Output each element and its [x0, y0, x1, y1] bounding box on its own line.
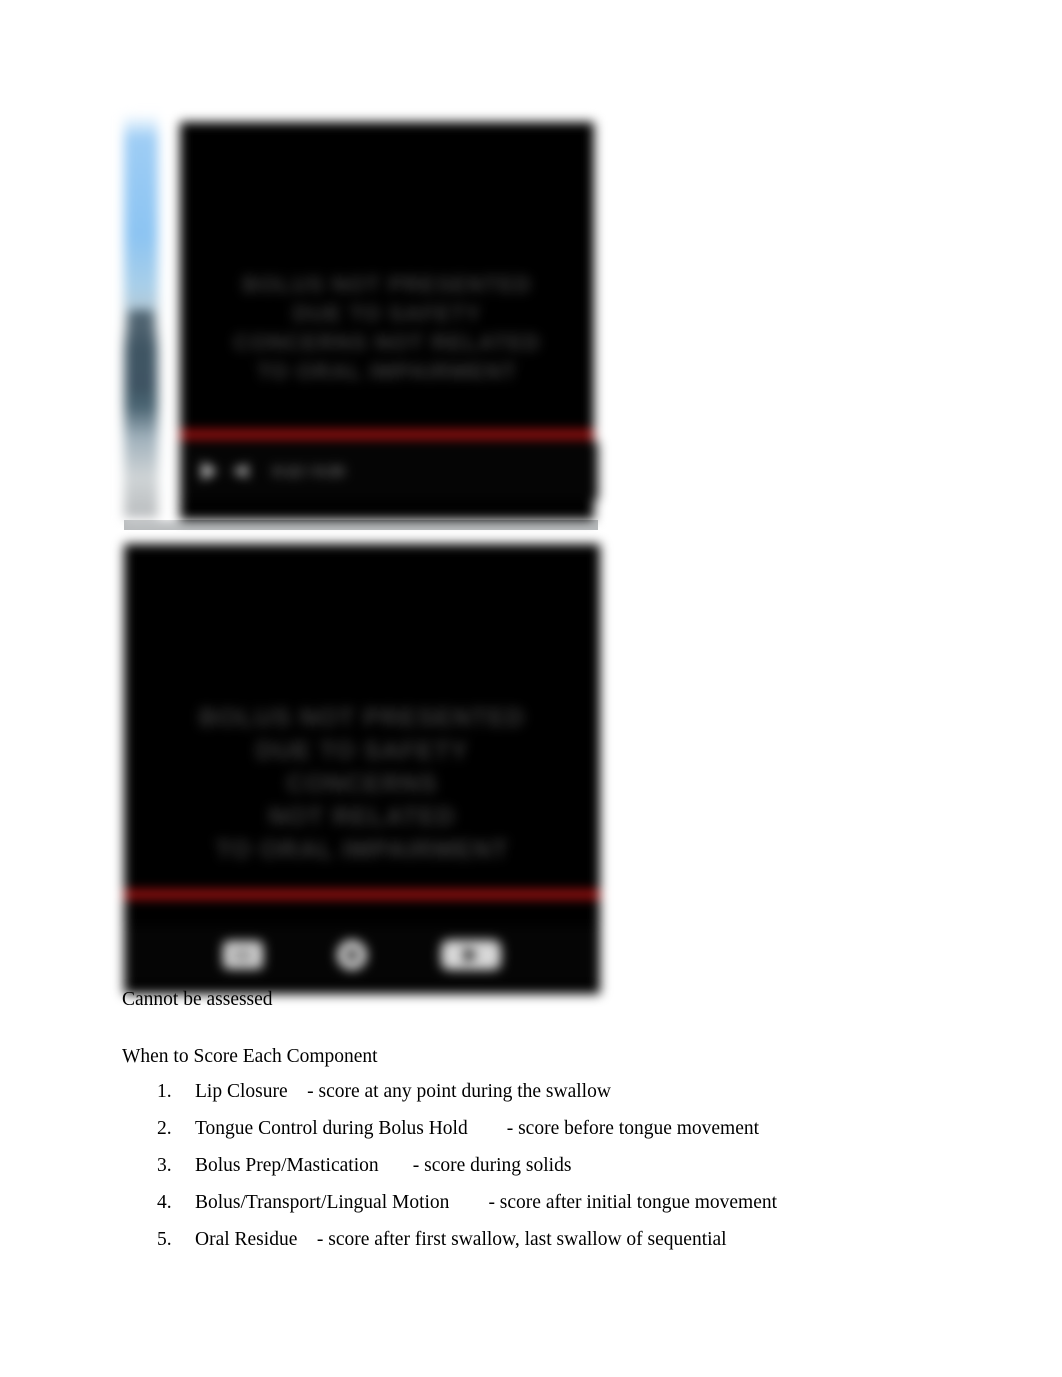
- caption-line: DUE TO SAFETY: [292, 301, 482, 327]
- video-screenshot-top[interactable]: BOLUS NOT PRESENTED DUE TO SAFETY CONCER…: [124, 112, 598, 520]
- caption-line: CONCERNS: [286, 770, 438, 798]
- document-body: Cannot be assessed When to Score Each Co…: [122, 988, 922, 1265]
- score-component-list: 1. Lip Closure - score at any point durin…: [122, 1080, 922, 1251]
- list-item-gap: [449, 1191, 488, 1214]
- document-page: BOLUS NOT PRESENTED DUE TO SAFETY CONCER…: [0, 0, 1062, 1377]
- list-item: 2. Tongue Control during Bolus Hold - sco…: [122, 1117, 922, 1140]
- list-item: 1. Lip Closure - score at any point durin…: [122, 1080, 922, 1103]
- play-icon[interactable]: [202, 462, 217, 480]
- video-screenshot-bottom[interactable]: BOLUS NOT PRESENTED DUE TO SAFETY CONCER…: [124, 544, 600, 994]
- list-item-gap: [379, 1154, 413, 1177]
- caption-line: BOLUS NOT PRESENTED: [199, 704, 525, 732]
- list-item-term: Tongue Control during Bolus Hold: [195, 1118, 468, 1139]
- image-caption: Cannot be assessed: [122, 989, 273, 1010]
- progress-played-top: [180, 430, 594, 439]
- list-item-number: 5.: [157, 1229, 172, 1250]
- media-separator: [124, 520, 598, 530]
- document-sidebar-strip: [124, 114, 158, 518]
- caption-line: TO ORAL IMPAIRMENT: [257, 359, 517, 385]
- list-item-description: - score before tongue movement: [506, 1118, 760, 1139]
- list-item-gap: [297, 1228, 317, 1251]
- list-item-number: 3.: [157, 1155, 172, 1176]
- list-item-description: - score after initial tongue movement: [488, 1192, 778, 1213]
- list-item: 3. Bolus Prep/Mastication - score during …: [122, 1154, 922, 1177]
- list-item-term: Lip Closure: [195, 1081, 288, 1102]
- progress-played-bottom: [124, 890, 600, 899]
- video-caption-top: BOLUS NOT PRESENTED DUE TO SAFETY CONCER…: [180, 270, 594, 386]
- list-item-gap: [468, 1117, 507, 1140]
- caption-line: NOT RELATED: [268, 803, 456, 831]
- section-heading: When to Score Each Component: [122, 1046, 378, 1067]
- closed-captions-icon[interactable]: CC: [223, 941, 263, 969]
- embedded-media-stack: BOLUS NOT PRESENTED DUE TO SAFETY CONCER…: [124, 112, 604, 994]
- list-item-number: 4.: [157, 1192, 172, 1213]
- caption-line: CONCERNS NOT RELATED: [233, 330, 541, 356]
- list-item: 5. Oral Residue - score after first swall…: [122, 1228, 922, 1251]
- list-item-description: - score at any point during the swallow: [307, 1081, 611, 1102]
- video-progress-bar-top[interactable]: [180, 430, 594, 439]
- gear-icon[interactable]: [337, 940, 367, 970]
- youtube-logo-icon[interactable]: [441, 940, 501, 970]
- caption-line: BOLUS NOT PRESENTED: [242, 272, 532, 297]
- list-item-term: Oral Residue: [195, 1229, 298, 1250]
- caption-line: TO ORAL IMPAIRMENT: [215, 836, 509, 864]
- list-item-term: Bolus/Transport/Lingual Motion: [195, 1192, 450, 1213]
- video-controls-top[interactable]: 0:12 / 0:20: [180, 442, 598, 500]
- video-controls-bottom[interactable]: CC: [124, 926, 600, 984]
- list-item-gap: [288, 1080, 308, 1103]
- video-player-top[interactable]: BOLUS NOT PRESENTED DUE TO SAFETY CONCER…: [180, 122, 598, 520]
- list-item-description: - score after first swallow, last swallo…: [316, 1229, 727, 1250]
- list-item-number: 1.: [157, 1081, 172, 1102]
- video-timecode: 0:12 / 0:20: [273, 463, 345, 479]
- video-progress-bar-bottom[interactable]: [124, 890, 600, 899]
- list-item: 4. Bolus/Transport/Lingual Motion - score…: [122, 1191, 922, 1214]
- list-item-description: - score during solids: [412, 1155, 572, 1176]
- list-item-term: Bolus Prep/Mastication: [195, 1155, 379, 1176]
- video-caption-bottom: BOLUS NOT PRESENTED DUE TO SAFETY CONCER…: [124, 702, 600, 867]
- caption-line: DUE TO SAFETY: [255, 737, 469, 765]
- sidebar-thumbnail-icon: [128, 310, 154, 394]
- volume-icon[interactable]: [235, 463, 255, 479]
- list-item-number: 2.: [157, 1118, 172, 1139]
